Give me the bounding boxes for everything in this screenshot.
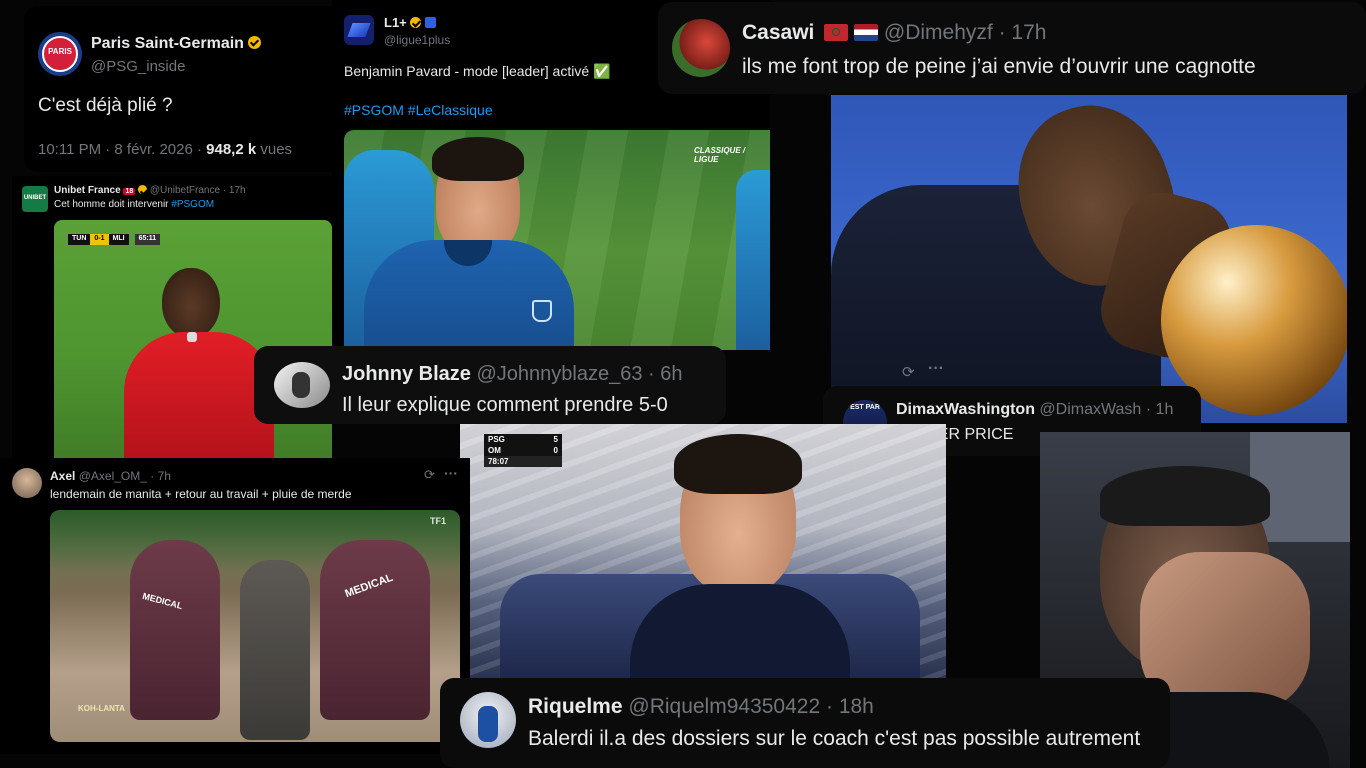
- psg-tweet-card[interactable]: PARIS Paris Saint-Germain @PSG_inside C'…: [24, 6, 344, 172]
- bench-clock: 78:07: [484, 456, 562, 467]
- unibet-referee-media[interactable]: TUN 0-1 MLI 65:11: [54, 220, 332, 460]
- riquelme-tweet-card[interactable]: Riquelme @Riquelm94350422 · 18h Balerdi …: [440, 678, 1170, 768]
- axel-handle[interactable]: @Axel_OM_: [79, 469, 147, 483]
- psg-views-label: vues: [260, 141, 293, 158]
- bench-scoreboard: PSG 5 OM 0 78:07: [484, 434, 562, 467]
- ligue1-tweet-text: Benjamin Pavard - mode [leader] activé ✅: [344, 63, 611, 79]
- casawi-avatar[interactable]: [672, 19, 730, 77]
- ligue1-logo-icon: [347, 23, 371, 37]
- riquelme-name[interactable]: Riquelme: [528, 695, 623, 718]
- grok-refresh-icon[interactable]: ⟳: [424, 467, 435, 483]
- more-options-icon[interactable]: ···: [444, 465, 458, 481]
- axel-medical-media[interactable]: MEDICAL MEDICAL KOH-LANTA TF1: [50, 510, 460, 742]
- psg-views-count: 948,2 k: [206, 141, 257, 158]
- casawi-time[interactable]: · 17h: [999, 21, 1047, 44]
- pavard-body: [364, 240, 574, 350]
- scoreboard-home: TUN: [68, 234, 91, 245]
- bench-player-head: [674, 434, 802, 594]
- axel-tweet-card[interactable]: Axel @Axel_OM_ · 7h ⟳ ··· lendemain de m…: [0, 458, 470, 754]
- unibet-logo-text: UNIBET: [23, 195, 47, 201]
- johnny-time[interactable]: · 6h: [648, 363, 682, 385]
- broadcast-tag: CLASSIQUE / LIGUE: [694, 146, 746, 164]
- medic-right: MEDICAL: [320, 540, 430, 720]
- pavard-head: [432, 137, 524, 255]
- flag-morocco-icon: [824, 24, 849, 41]
- casawi-tweet-text: ils me font trop de peine j’ai envie d’o…: [742, 55, 1256, 78]
- psg-tweet-timestamp[interactable]: 10:11 PM · 8 févr. 2026 ·: [38, 141, 202, 158]
- patient: [240, 560, 310, 740]
- medic-left: MEDICAL: [130, 540, 220, 720]
- unibet-hashtag[interactable]: #PSGOM: [171, 199, 214, 210]
- unibet-tweet-text: Cet homme doit intervenir: [54, 199, 172, 210]
- bench-team1: PSG: [488, 435, 505, 444]
- scoreboard-clock: 65:11: [134, 234, 161, 245]
- age-badge-icon: 18: [123, 188, 136, 195]
- psg-name[interactable]: Paris Saint-Germain: [91, 35, 244, 52]
- more-options-icon[interactable]: ···: [928, 360, 944, 378]
- dimax-time[interactable]: · 1h: [1146, 401, 1174, 418]
- riquelme-tweet-text: Balerdi il.a des dossiers sur le coach c…: [528, 727, 1141, 750]
- ligue1-hashtags[interactable]: #PSGOM #LeClassique: [344, 102, 493, 118]
- johnny-tweet-card[interactable]: Johnny Blaze @Johnnyblaze_63 · 6h Il leu…: [254, 346, 726, 424]
- referee-whistle-icon: [187, 332, 197, 342]
- grok-refresh-icon[interactable]: ⟳: [902, 363, 915, 381]
- bench-score1: 5: [553, 435, 558, 444]
- bench-score2: 0: [553, 446, 558, 455]
- unibet-handle[interactable]: @UnibetFrance · 17h: [150, 185, 246, 196]
- verified-badge-icon: [410, 17, 422, 28]
- background-player-right: [736, 170, 770, 350]
- referee-head: [162, 268, 220, 338]
- psg-logo-text: PARIS: [48, 47, 72, 56]
- show-logo: KOH-LANTA: [78, 704, 125, 713]
- riquelme-handle[interactable]: @Riquelm94350422: [628, 695, 820, 718]
- johnny-avatar[interactable]: [274, 362, 330, 408]
- johnny-tweet-text: Il leur explique comment prendre 5-0: [342, 394, 668, 416]
- ligue1-affiliate-icon: [425, 17, 437, 28]
- riquelme-avatar[interactable]: [460, 692, 516, 748]
- pavard-bench-image[interactable]: PSG 5 OM 0 78:07: [460, 424, 946, 678]
- axel-name[interactable]: Axel: [50, 469, 75, 483]
- verified-badge-icon: [248, 36, 262, 49]
- ligue1-avatar[interactable]: [344, 15, 374, 45]
- flag-netherlands-icon: [854, 24, 879, 41]
- channel-logo: TF1: [430, 516, 447, 526]
- scoreboard-away: MLI: [108, 234, 129, 245]
- referee-body: [124, 332, 274, 460]
- unibet-avatar[interactable]: UNIBET: [22, 186, 48, 212]
- ligue1-video-media[interactable]: CLASSIQUE / LIGUE: [344, 130, 770, 350]
- ligue1-name[interactable]: L1+: [384, 15, 407, 30]
- dimax-handle[interactable]: @DimaxWash: [1039, 401, 1141, 418]
- dimax-name[interactable]: DimaxWashington: [896, 401, 1035, 418]
- axel-tweet-text: lendemain de manita + retour au travail …: [50, 487, 352, 501]
- psg-handle[interactable]: @PSG_inside: [91, 58, 185, 75]
- johnny-handle[interactable]: @Johnnyblaze_63: [476, 363, 642, 385]
- bench-team2: OM: [488, 446, 501, 455]
- medical-label-right: MEDICAL: [343, 571, 395, 601]
- ligue1-handle[interactable]: @ligue1plus: [384, 33, 450, 47]
- unibet-name[interactable]: Unibet France: [54, 185, 121, 196]
- scoreboard-score: 0-1: [90, 234, 109, 245]
- medical-label-left: MEDICAL: [141, 590, 184, 612]
- axel-avatar[interactable]: [12, 468, 42, 498]
- casawi-handle[interactable]: @Dimehyzf: [884, 21, 993, 44]
- casawi-name[interactable]: Casawi: [742, 21, 814, 44]
- om-crest-icon: [532, 300, 552, 322]
- casawi-tweet-card[interactable]: Casawi @Dimehyzf · 17h ils me font trop …: [658, 2, 1366, 94]
- dimax-avatar-text: EST PAR: [850, 404, 880, 411]
- johnny-name[interactable]: Johnny Blaze: [342, 363, 471, 385]
- riquelme-time[interactable]: · 18h: [826, 695, 874, 718]
- psg-avatar[interactable]: PARIS: [38, 32, 82, 76]
- axel-time[interactable]: · 7h: [150, 469, 171, 483]
- scoreboard-overlay: TUN 0-1 MLI 65:11: [68, 234, 161, 245]
- verified-badge-icon: [138, 185, 148, 194]
- psg-tweet-text: C'est déjà plié ?: [38, 95, 173, 116]
